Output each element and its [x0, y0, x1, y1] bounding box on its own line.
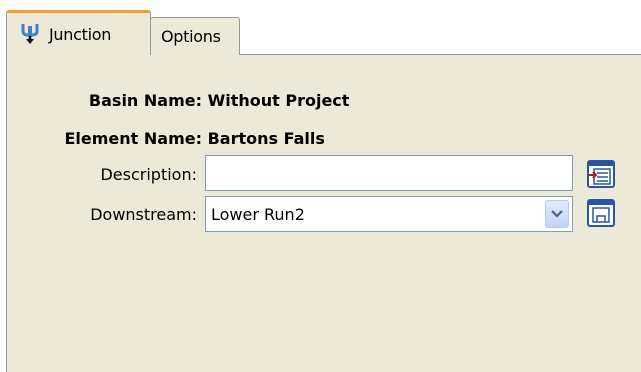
basin-name-label: Basin Name:: [88, 91, 202, 110]
downstream-label: Downstream:: [90, 205, 197, 224]
description-input[interactable]: [205, 155, 573, 191]
element-name-row: Element Name: Bartons Falls: [7, 129, 325, 148]
downstream-select[interactable]: Lower Run2: [205, 196, 573, 232]
tab-junction-label: Junction: [49, 24, 112, 44]
chevron-down-icon[interactable]: [545, 200, 569, 228]
basin-name-value: Without Project: [207, 91, 350, 110]
element-name-value: Bartons Falls: [207, 129, 325, 148]
basin-name-row: Basin Name: Without Project: [7, 91, 350, 110]
description-label: Description:: [100, 165, 197, 184]
junction-panel: Basin Name: Without Project Element Name…: [6, 54, 641, 372]
element-name-label: Element Name:: [64, 129, 202, 148]
tab-junction[interactable]: Junction: [6, 10, 151, 55]
tab-options-label: Options: [161, 27, 221, 46]
select-element-icon[interactable]: [586, 198, 616, 228]
edit-description-icon[interactable]: [586, 159, 616, 189]
downstream-selected-value: Lower Run2: [211, 204, 305, 224]
junction-icon: [21, 24, 39, 44]
tab-options[interactable]: Options: [150, 17, 240, 55]
junction-editor: Junction Options Basin Name: Without Pro…: [0, 0, 641, 372]
